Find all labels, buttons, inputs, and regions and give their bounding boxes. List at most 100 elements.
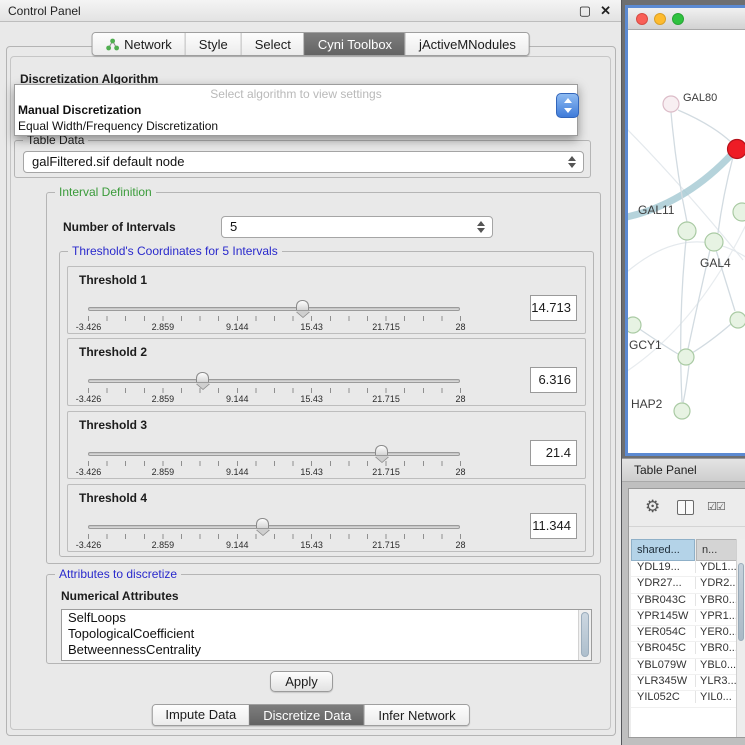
attribute-list-item[interactable]: BetweennessCentrality	[62, 642, 591, 658]
gear-icon[interactable]: ⚙	[645, 497, 660, 517]
cell-shared-name[interactable]: YBL079W	[631, 659, 695, 671]
cell-name[interactable]: YER0...	[695, 626, 737, 638]
tab-discretize-data[interactable]: Discretize Data	[249, 705, 364, 725]
node-gcy1[interactable]	[628, 317, 641, 333]
cell-name[interactable]: YDL1...	[695, 561, 737, 573]
close-icon[interactable]: ✕	[600, 3, 611, 19]
attribute-list-item[interactable]: TopologicalCoefficient	[62, 626, 591, 642]
threshold-4-value-field[interactable]: 11.344	[530, 513, 577, 539]
table-row[interactable]: YBL079WYBL0...	[631, 659, 739, 675]
cell-name[interactable]: YBR0...	[695, 642, 737, 654]
table-row[interactable]: YBR045CYBR0...	[631, 642, 739, 658]
interval-definition-group: Interval Definition Number of Intervals …	[46, 192, 601, 564]
cell-shared-name[interactable]: YBR043C	[631, 594, 695, 606]
columns-icon[interactable]	[677, 500, 694, 515]
cell-name[interactable]: YLR3...	[695, 675, 737, 687]
table-data-group: Table Data galFiltered.sif default node	[14, 140, 591, 178]
node-gal80[interactable]	[663, 96, 679, 112]
slider-track[interactable]	[88, 525, 460, 529]
slider-ticks	[88, 534, 461, 539]
node[interactable]	[733, 203, 745, 221]
slider-track[interactable]	[88, 452, 460, 456]
tab-infer-network[interactable]: Infer Network	[364, 705, 468, 725]
cell-shared-name[interactable]: YBR045C	[631, 642, 695, 654]
tab-network[interactable]: Network	[92, 33, 185, 55]
cell-shared-name[interactable]: YER054C	[631, 626, 695, 638]
cell-shared-name[interactable]: YPR145W	[631, 610, 695, 622]
float-window-icon[interactable]: ▢	[579, 3, 591, 19]
table-row[interactable]: YBR043CYBR0...	[631, 594, 739, 610]
table-row[interactable]: YLR345WYLR3...	[631, 675, 739, 691]
node-gal4[interactable]	[705, 233, 723, 251]
cell-name[interactable]: YDR2...	[695, 577, 737, 589]
control-panel-window: Control Panel ▢ ✕ Network Style Select C…	[0, 0, 622, 745]
slider-scale-label: 9.144	[217, 322, 258, 332]
node[interactable]	[730, 312, 745, 328]
list-scrollbar-thumb[interactable]	[581, 612, 589, 657]
table-data-combo[interactable]: galFiltered.sif default node	[23, 151, 584, 173]
thresholds-group-title: Threshold's Coordinates for 5 Intervals	[68, 244, 282, 258]
node-hap2[interactable]	[674, 403, 690, 419]
threshold-1-panel: Threshold 1 -3.4262.8599.14415.4321.7152…	[67, 266, 586, 334]
table-row[interactable]: YIL052CYIL0...	[631, 691, 739, 707]
column-header-shared-name[interactable]: shared...	[631, 539, 695, 561]
slider-scale-label: 15.43	[291, 322, 332, 332]
window-title: Control Panel	[8, 4, 81, 18]
slider-scale-label: -3.426	[68, 467, 109, 477]
threshold-3-value-field[interactable]: 21.4	[530, 440, 577, 466]
algorithm-combo-arrows[interactable]	[556, 93, 579, 118]
slider-scale-label: 28	[440, 394, 481, 404]
cell-shared-name[interactable]: YDR27...	[631, 577, 695, 589]
tab-select[interactable]: Select	[241, 33, 304, 55]
slider-scale-label: 9.144	[217, 394, 258, 404]
cell-name[interactable]: YBR0...	[695, 594, 737, 606]
node-selected-red[interactable]	[728, 140, 745, 159]
numerical-attributes-list[interactable]: SelfLoopsTopologicalCoefficientBetweenne…	[61, 609, 592, 661]
threshold-1-value-field[interactable]: 14.713	[530, 295, 577, 321]
close-traffic-light[interactable]	[636, 13, 648, 25]
slider-thumb[interactable]	[256, 518, 269, 528]
select-columns-icons[interactable]: ☑☑	[707, 500, 725, 513]
slider-thumb[interactable]	[196, 372, 209, 382]
table-panel-title: Table Panel	[634, 463, 697, 477]
tab-impute-data[interactable]: Impute Data	[152, 705, 249, 725]
table-row[interactable]: YER054CYER0...	[631, 626, 739, 642]
cell-shared-name[interactable]: YIL052C	[631, 691, 695, 703]
node-gal11[interactable]	[678, 222, 696, 240]
node[interactable]	[678, 349, 694, 365]
attribute-list-item[interactable]: SelfLoops	[62, 610, 591, 626]
cell-shared-name[interactable]: YLR345W	[631, 675, 695, 687]
cell-name[interactable]: YIL0...	[695, 691, 737, 703]
slider-scale-label: 28	[440, 467, 481, 477]
dropdown-item[interactable]: Equal Width/Frequency Discretization	[15, 118, 577, 134]
network-canvas[interactable]: GAL80 GAL11 GAL4 GCY1 HAP2	[628, 30, 745, 453]
table-row[interactable]: YPR145WYPR1...	[631, 610, 739, 626]
slider-scale-label: 15.43	[291, 394, 332, 404]
dropdown-item[interactable]: Manual Discretization	[15, 102, 577, 118]
tab-cyni-toolbox[interactable]: Cyni Toolbox	[304, 33, 405, 55]
cell-shared-name[interactable]: YDL19...	[631, 561, 695, 573]
slider-thumb[interactable]	[296, 300, 309, 310]
cell-name[interactable]: YPR1...	[695, 610, 737, 622]
slider-scale-label: 15.43	[291, 467, 332, 477]
table-scrollbar[interactable]	[736, 539, 745, 737]
slider-track[interactable]	[88, 379, 460, 383]
node-table-window: ⚙ ☑☑ shared... n... YDL19...YDL1... YDR2…	[628, 488, 745, 738]
tab-style[interactable]: Style	[185, 33, 241, 55]
table-scrollbar-thumb[interactable]	[738, 563, 744, 641]
slider-thumb[interactable]	[375, 445, 388, 455]
table-panel-header[interactable]: Table Panel	[622, 458, 745, 482]
minimize-traffic-light[interactable]	[654, 13, 666, 25]
table-row[interactable]: YDL19...YDL1...	[631, 561, 739, 577]
slider-scale-label: -3.426	[68, 322, 109, 332]
slider-track[interactable]	[88, 307, 460, 311]
threshold-2-value-field[interactable]: 6.316	[530, 367, 577, 393]
table-row[interactable]: YDR27...YDR2...	[631, 577, 739, 593]
apply-button[interactable]: Apply	[270, 671, 333, 692]
zoom-traffic-light[interactable]	[672, 13, 684, 25]
cell-name[interactable]: YBL0...	[695, 659, 737, 671]
tab-infer-network-label: Infer Network	[378, 708, 455, 723]
tab-jactivemnodules[interactable]: jActiveMNodules	[405, 33, 529, 55]
list-scrollbar[interactable]	[578, 610, 591, 660]
number-of-intervals-combo[interactable]: 5	[221, 216, 493, 238]
